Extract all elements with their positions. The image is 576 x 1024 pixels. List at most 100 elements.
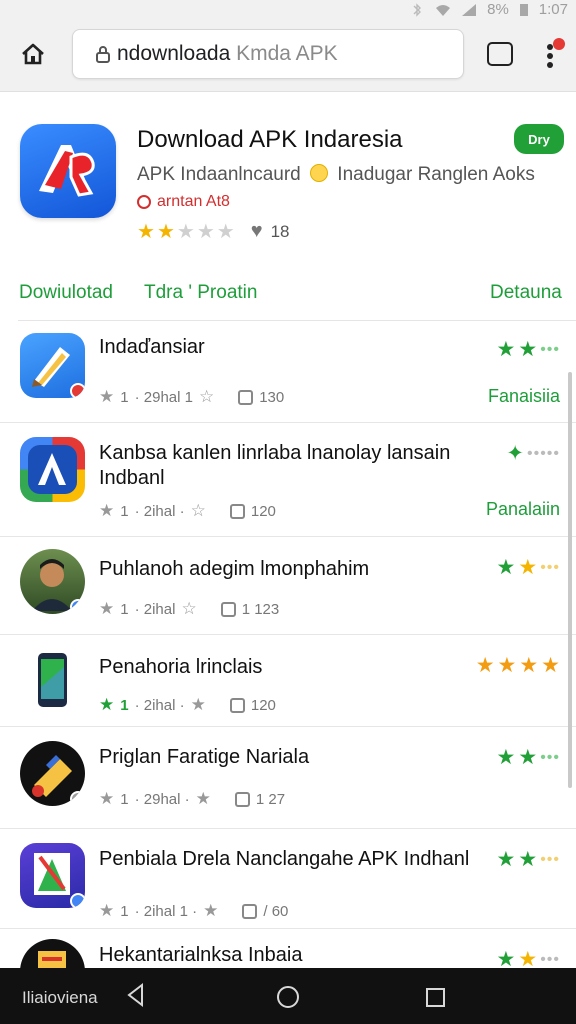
browser-toolbar: ndownloada Kmda APK xyxy=(0,22,576,92)
app-meta: ★ 1 · 29hal 1 ☆ 130 xyxy=(99,387,284,407)
recents-square-icon[interactable] xyxy=(426,988,445,1007)
app-action-link[interactable]: Panalaiin xyxy=(486,499,560,520)
url-host: ndownloada xyxy=(117,42,231,65)
app-rating-stars: ✦ ••••• xyxy=(506,443,560,464)
menu-dot-icon xyxy=(547,62,553,68)
star-icon: ★ xyxy=(496,338,516,361)
tag-text: arntan At8 xyxy=(157,193,230,210)
list-item[interactable]: Penahoria lrinclais ★ 1 · 2ihal · ★ 120 … xyxy=(0,635,576,727)
star-outline-icon: ☆ xyxy=(198,387,215,406)
app-rating-num: 1 xyxy=(120,902,129,920)
rating-dots: ••• xyxy=(540,850,560,868)
clock: 1:07 xyxy=(538,1,568,18)
verified-badge-icon xyxy=(70,893,85,908)
app-meta-text: · 2ihal 1 · xyxy=(134,902,198,920)
verified-badge-icon xyxy=(70,599,85,614)
list-item[interactable]: Penbiala Drela Nanclangahe APK Indhanl ★… xyxy=(0,829,576,929)
bluetooth-icon xyxy=(413,2,422,17)
featured-app-tag: arntan At8 xyxy=(137,193,230,211)
install-button-label: Dry xyxy=(528,131,550,147)
app-count: / 60 xyxy=(263,902,289,920)
app-icon xyxy=(20,549,85,614)
rating-dots: ••• xyxy=(540,748,560,766)
star-icon: ★ xyxy=(137,220,155,243)
battery-icon xyxy=(519,3,528,16)
tabs-button[interactable] xyxy=(487,42,513,66)
star-icon: ★ xyxy=(518,848,538,871)
notification-badge xyxy=(553,38,565,50)
app-title: Penbiala Drela Nanclangahe APK Indhanl xyxy=(99,848,470,870)
app-rating-stars: ★ ★ ★ ★ xyxy=(476,655,560,676)
overflow-menu-button[interactable] xyxy=(540,38,565,72)
tab-details[interactable]: Detauna xyxy=(490,282,562,304)
app-action-link[interactable]: Fanaisiia xyxy=(488,386,560,407)
download-count-icon xyxy=(238,389,254,405)
subtitle-part-a: APK Indaanlncaurd xyxy=(137,164,301,185)
star-icon: ✦ xyxy=(506,442,524,465)
app-rating-num: 1 xyxy=(120,790,129,808)
featured-app-rating: ★ ★ ★ ★ ★ ♥ 18 xyxy=(137,220,289,243)
app-count: 1 123 xyxy=(241,600,280,618)
home-button[interactable] xyxy=(18,39,48,69)
star-icon: ★ xyxy=(518,746,538,769)
app-title: Penahoria lrinclais xyxy=(99,656,263,678)
star-icon: ★ xyxy=(99,901,115,920)
star-icon: ★ xyxy=(519,654,539,677)
rating-dots: ••• xyxy=(540,558,560,576)
list-item[interactable]: Priglan Faratige Nariala ★ 1 · 29hal · ★… xyxy=(0,727,576,829)
app-rating-num: 1 xyxy=(120,388,129,406)
star-outline-icon: ☆ xyxy=(181,599,197,618)
star-icon: ★ xyxy=(541,654,560,677)
app-meta-text: · 2ihal · xyxy=(134,502,185,520)
tag-circle-icon xyxy=(137,195,151,209)
scrollbar[interactable] xyxy=(568,372,572,788)
app-icon xyxy=(20,647,85,712)
star-icon: ★ xyxy=(190,695,206,714)
battery-percent: 8% xyxy=(487,1,509,18)
rating-dots: ••• xyxy=(540,340,560,358)
tab-download[interactable]: Dowiulotad xyxy=(19,282,113,304)
featured-app: Download APK Indaresia Dry APK Indaanlnc… xyxy=(0,100,576,260)
star-icon: ★ xyxy=(195,789,211,808)
featured-app-icon[interactable] xyxy=(20,124,116,218)
star-icon: ★ xyxy=(156,220,175,243)
star-icon: ★ xyxy=(475,654,495,677)
app-meta-text: · 2ihal · xyxy=(134,696,185,714)
app-title: Hekantarialnksa Inbaia xyxy=(99,944,303,966)
app-meta: ★ 1 · 2ihal 1 · ★ / 60 xyxy=(99,901,288,921)
featured-app-title[interactable]: Download APK Indaresia xyxy=(137,126,403,154)
app-rating-stars: ★ ★ ••• xyxy=(497,339,560,360)
star-icon: ★ xyxy=(518,948,538,971)
back-icon[interactable] xyxy=(124,982,148,1008)
heart-icon[interactable]: ♥ xyxy=(251,220,263,243)
wifi-icon xyxy=(436,4,451,16)
list-item[interactable]: Kanbsa kanlen linrlaba lnanolay lansain … xyxy=(0,423,576,537)
app-meta-text: · 2ihal xyxy=(134,600,176,618)
url-bar[interactable]: ndownloada Kmda APK xyxy=(72,29,464,79)
list-item[interactable]: Puhlanoh adegim lmonphahim ★ 1 · 2ihal ☆… xyxy=(0,537,576,635)
url-text: ndownloada Kmda APK xyxy=(117,42,338,66)
tab-trending[interactable]: Tdra ' Proatin xyxy=(144,282,257,304)
install-button[interactable]: Dry xyxy=(514,124,564,154)
app-title: Indaďansiar xyxy=(99,336,205,358)
status-icons: 8% 1:07 xyxy=(409,1,568,18)
star-icon: ★ xyxy=(216,220,235,243)
system-nav-bar: Iliaioviena xyxy=(0,968,576,1024)
star-icon: ★ xyxy=(99,695,115,714)
app-count: 120 xyxy=(250,502,276,520)
rating-dots: ••• xyxy=(540,950,560,968)
app-rating-stars: ★ ★ ••• xyxy=(497,849,560,870)
app-meta: ★ 1 · 2ihal · ☆ 120 xyxy=(99,501,276,521)
app-icon xyxy=(20,333,85,398)
home-icon xyxy=(22,43,44,65)
home-circle-icon[interactable] xyxy=(277,986,299,1008)
section-tabs: Dowiulotad Tdra ' Proatin Detauna xyxy=(0,276,576,316)
rating-count: 18 xyxy=(270,221,290,241)
app-list: Indaďansiar ★ 1 · 29hal 1 ☆ 130 ★ ★ ••• … xyxy=(0,321,576,1004)
list-item[interactable]: Indaďansiar ★ 1 · 29hal 1 ☆ 130 ★ ★ ••• … xyxy=(0,321,576,423)
phone-app-icon xyxy=(38,653,67,707)
app-icon xyxy=(20,741,85,806)
app-icon xyxy=(20,843,85,908)
verified-badge-icon xyxy=(70,791,85,806)
app-rating-stars: ★ ★ ••• xyxy=(497,557,560,578)
